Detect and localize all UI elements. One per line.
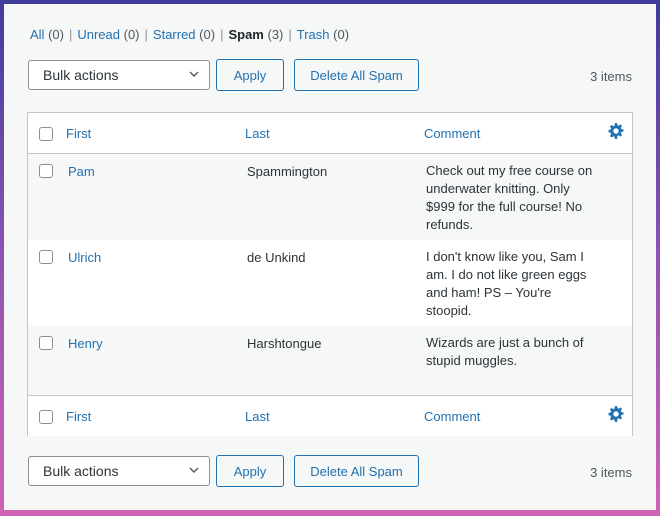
bulk-actions-label: Bulk actions	[43, 67, 119, 83]
view-separator: |	[220, 27, 224, 42]
column-footer-last[interactable]: Last	[245, 409, 270, 424]
delete-all-spam-button-top[interactable]: Delete All Spam	[294, 59, 419, 91]
view-starred-link[interactable]: Starred	[153, 27, 196, 42]
row-comment: I don't know like you, Sam I am. I do no…	[426, 249, 587, 318]
view-separator: |	[68, 27, 73, 42]
apply-button-bottom[interactable]: Apply	[216, 455, 284, 487]
row-last-name: de Unkind	[247, 250, 306, 265]
row-comment: Check out my free course on underwater k…	[426, 163, 593, 232]
chevron-down-icon	[189, 467, 199, 473]
table-row: Pam Spammington Check out my free course…	[28, 154, 632, 240]
row-last-name: Spammington	[247, 164, 328, 179]
row-first-name[interactable]: Henry	[68, 336, 103, 351]
view-separator: |	[288, 27, 292, 42]
select-all-checkbox[interactable]	[39, 127, 53, 141]
bulk-actions-select-bottom[interactable]: Bulk actions	[28, 456, 210, 486]
select-all-checkbox-footer[interactable]	[39, 410, 53, 424]
view-unread-link[interactable]: Unread	[77, 27, 120, 42]
table-header: First Last Comment	[28, 113, 632, 154]
entries-table: First Last Comment Pam Spammington Check…	[27, 112, 633, 436]
items-count-bottom: 3 items	[590, 465, 632, 480]
row-first-name[interactable]: Ulrich	[68, 250, 101, 265]
row-last-name: Harshtongue	[247, 336, 322, 351]
bulk-actions-select-top[interactable]: Bulk actions	[28, 60, 210, 90]
column-header-comment[interactable]: Comment	[424, 126, 480, 141]
view-all-link[interactable]: All	[30, 27, 44, 42]
bulk-actions-label: Bulk actions	[43, 463, 119, 479]
row-checkbox[interactable]	[39, 336, 53, 350]
view-unread-count: (0)	[123, 27, 140, 42]
column-footer-comment[interactable]: Comment	[424, 409, 480, 424]
row-first-name[interactable]: Pam	[68, 164, 95, 179]
entries-panel: All (0) | Unread (0) | Starred (0) | Spam (3) |…	[4, 4, 656, 510]
view-trash-link[interactable]: Trash	[297, 27, 330, 42]
gear-icon[interactable]	[608, 123, 624, 139]
delete-all-spam-button-bottom[interactable]: Delete All Spam	[294, 455, 419, 487]
view-separator: |	[144, 27, 148, 42]
column-header-first[interactable]: First	[66, 126, 91, 141]
column-header-last[interactable]: Last	[245, 126, 270, 141]
column-footer-first[interactable]: First	[66, 409, 91, 424]
apply-button-top[interactable]: Apply	[216, 59, 284, 91]
view-trash-count: (0)	[333, 27, 350, 42]
view-all-count: (0)	[48, 27, 64, 42]
table-row: Ulrich de Unkind I don't know like you, …	[28, 240, 632, 326]
table-footer: First Last Comment	[28, 395, 632, 436]
items-count-top: 3 items	[590, 69, 632, 84]
view-filters: All (0) | Unread (0) | Starred (0) | Spam (3) |…	[30, 27, 349, 42]
table-row: Henry Harshtongue Wizards are just a bun…	[28, 326, 632, 395]
row-checkbox[interactable]	[39, 250, 53, 264]
row-comment: Wizards are just a bunch of stupid muggl…	[426, 335, 584, 368]
view-spam-current: Spam	[228, 27, 264, 42]
view-spam-count: (3)	[267, 27, 284, 42]
row-checkbox[interactable]	[39, 164, 53, 178]
gear-icon[interactable]	[608, 406, 624, 422]
view-starred-count: (0)	[199, 27, 216, 42]
chevron-down-icon	[189, 71, 199, 77]
